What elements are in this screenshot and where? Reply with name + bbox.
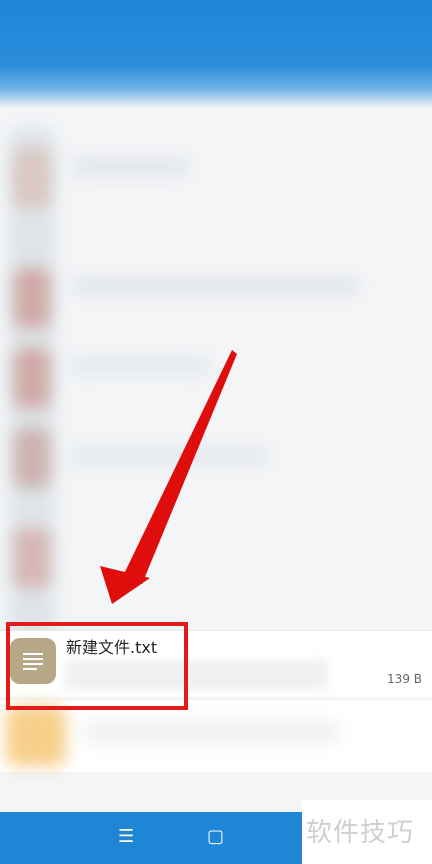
watermark-text: 软件技巧	[306, 818, 415, 848]
home-square-icon[interactable]: ▢	[207, 826, 224, 848]
menu-icon[interactable]: ☰	[118, 826, 134, 848]
red-arrow-icon	[100, 350, 237, 604]
bottom-navigation-bar	[0, 812, 302, 864]
